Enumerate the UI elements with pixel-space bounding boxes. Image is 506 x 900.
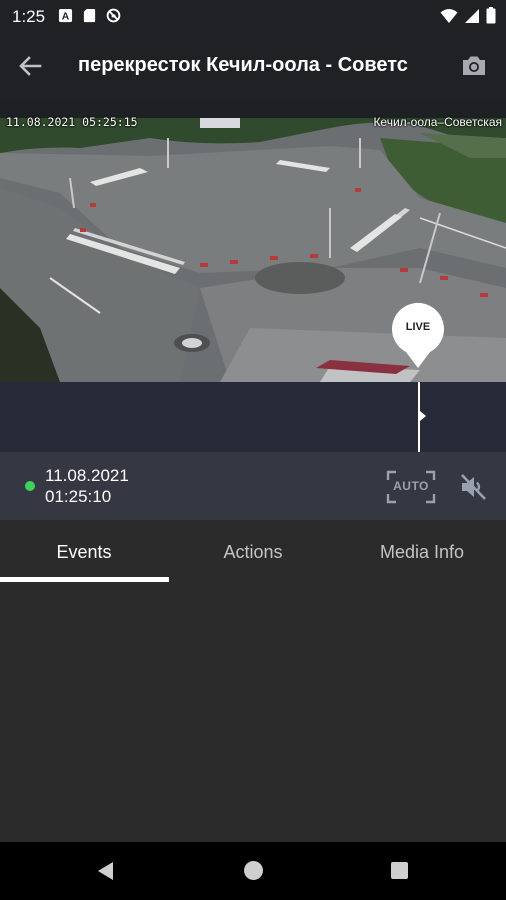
overlay-camera-name: Кечил-оола–Советская — [373, 115, 502, 129]
live-status-dot — [25, 481, 35, 491]
page-title: перекресток Кечил-оола - Советс — [78, 54, 408, 76]
svg-text:A: A — [62, 12, 70, 23]
signal-icon — [465, 8, 479, 23]
tab-bar: Events Actions Media Info — [0, 520, 506, 584]
status-time: 1:25 — [12, 7, 46, 26]
status-icons-left: A — [58, 8, 121, 23]
tab-events[interactable]: Events — [0, 520, 168, 584]
nav-recents-icon[interactable] — [391, 862, 408, 879]
playback-info-bar: 11.08.2021 01:25:10 AUTO — [0, 452, 506, 520]
battery-icon — [486, 7, 496, 24]
active-tab-indicator — [0, 577, 169, 582]
auto-quality-label: AUTO — [393, 479, 429, 493]
volume-muted-icon[interactable] — [458, 472, 488, 502]
camera-icon[interactable] — [460, 52, 488, 80]
font-icon: A — [58, 8, 73, 23]
playback-time: 01:25:10 — [45, 487, 112, 506]
live-label: LIVE — [405, 321, 431, 333]
tab-actions[interactable]: Actions — [169, 520, 337, 584]
status-icons-right — [440, 7, 496, 24]
live-marker[interactable] — [390, 302, 446, 370]
nav-back-icon[interactable] — [96, 861, 116, 881]
events-list — [0, 584, 506, 842]
playhead-arrow-icon — [420, 411, 426, 421]
sd-card-icon — [83, 8, 96, 23]
app-bar: перекресток Кечил-оола - Советс — [0, 34, 506, 98]
back-arrow-icon[interactable] — [14, 50, 46, 82]
blocked-icon — [106, 8, 121, 23]
system-nav-bar — [0, 842, 506, 900]
playback-date: 11.08.2021 — [45, 466, 129, 485]
wifi-icon — [440, 8, 458, 23]
status-bar: 1:25 A — [0, 0, 506, 34]
overlay-datetime: 11.08.2021 05:25:15 — [6, 115, 138, 129]
nav-home-icon[interactable] — [244, 861, 263, 880]
tab-media-info[interactable]: Media Info — [338, 520, 506, 584]
timeline[interactable] — [0, 382, 506, 452]
